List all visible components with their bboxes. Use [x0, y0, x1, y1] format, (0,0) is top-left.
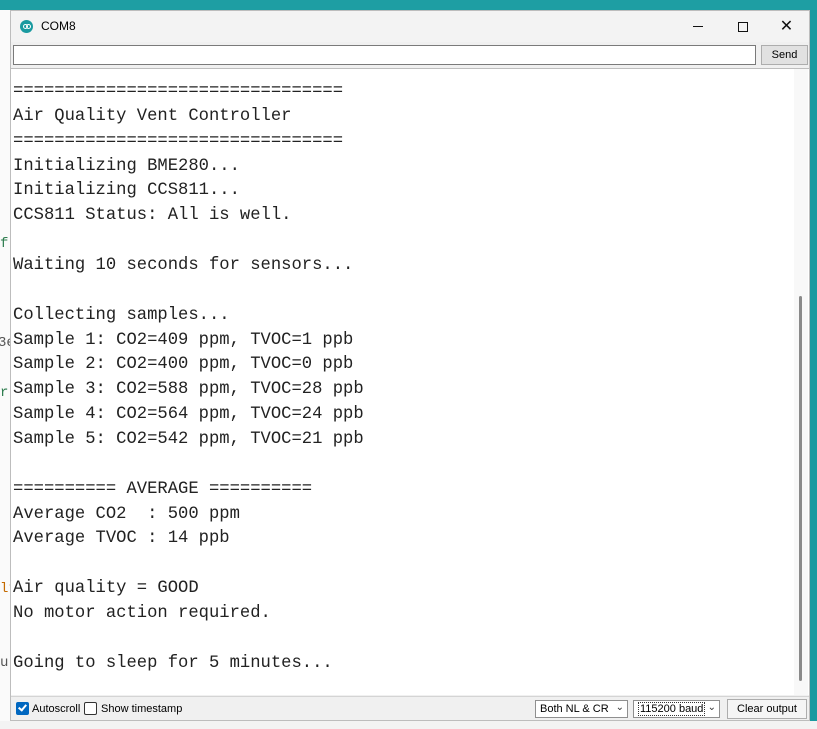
output-line: ================================ [13, 82, 344, 101]
vertical-scrollbar[interactable] [794, 69, 808, 695]
output-line: Air quality = GOOD [13, 579, 199, 599]
output-line: Air Quality Vent Controller [13, 106, 292, 126]
output-line: Average TVOC : 14 ppb [13, 529, 230, 549]
show-timestamp-checkbox[interactable] [84, 702, 97, 715]
output-line: Initializing BME280... [13, 156, 240, 176]
output-line: ================================ [13, 131, 344, 151]
output-line: Going to sleep for 5 minutes... [13, 653, 333, 673]
serial-monitor-window: COM8 ✕ Send ============================… [10, 10, 810, 721]
clear-output-button[interactable]: Clear output [727, 699, 807, 719]
window-title: COM8 [41, 19, 76, 33]
send-row: Send [11, 42, 809, 68]
show-timestamp-label: Show timestamp [101, 703, 183, 715]
baud-rate-value: 115200 baud [638, 702, 706, 716]
serial-output-area[interactable]: ================================ Air Qual… [11, 68, 809, 695]
chevron-down-icon: ⌄ [615, 702, 624, 713]
background-fragment: r [0, 385, 9, 401]
desktop-strip-top [0, 0, 817, 10]
output-line: Sample 1: CO2=409 ppm, TVOC=1 ppb [13, 330, 354, 350]
close-button[interactable]: ✕ [764, 11, 809, 42]
send-button[interactable]: Send [761, 45, 808, 65]
checkmark-icon [18, 702, 27, 712]
output-line: Sample 2: CO2=400 ppm, TVOC=0 ppb [13, 355, 354, 375]
background-fragment: f [0, 236, 9, 252]
title-bar: COM8 ✕ [11, 11, 809, 42]
output-line: Waiting 10 seconds for sensors... [13, 256, 354, 276]
output-line: CCS811 Status: All is well. [13, 206, 292, 226]
output-line: Sample 5: CO2=542 ppm, TVOC=21 ppb [13, 430, 364, 450]
background-editor-strip: f 3e r lt ul [0, 10, 17, 729]
close-icon: ✕ [779, 17, 794, 35]
maximize-icon [737, 21, 748, 32]
arduino-app-icon [20, 20, 33, 33]
autoscroll-label: Autoscroll [32, 703, 81, 715]
line-ending-value: Both NL & CR [540, 703, 609, 715]
serial-output-lines: ================================ Air Qual… [13, 80, 364, 677]
desktop-strip-bottom [0, 721, 817, 729]
output-line: Sample 3: CO2=588 ppm, TVOC=28 ppb [13, 380, 364, 400]
output-line: ========== AVERAGE ========== [13, 479, 313, 499]
chevron-down-icon: ⌄ [707, 702, 716, 713]
minimize-button[interactable] [675, 11, 720, 42]
line-ending-select[interactable]: Both NL & CR ⌄ [535, 700, 628, 718]
serial-send-input[interactable] [13, 45, 756, 65]
output-line: Collecting samples... [13, 305, 230, 325]
baud-rate-select[interactable]: 115200 baud ⌄ [633, 700, 720, 718]
output-line: Initializing CCS811... [13, 181, 240, 201]
maximize-button[interactable] [720, 11, 765, 42]
minimize-icon [692, 26, 703, 27]
autoscroll-checkbox[interactable] [16, 702, 29, 715]
scrollbar-thumb[interactable] [799, 296, 802, 681]
output-line: No motor action required. [13, 604, 271, 624]
output-line: Sample 4: CO2=564 ppm, TVOC=24 ppb [13, 405, 364, 425]
status-bar: Autoscroll Show timestamp Both NL & CR ⌄… [11, 696, 809, 720]
output-line: Average CO2 : 500 ppm [13, 504, 240, 524]
